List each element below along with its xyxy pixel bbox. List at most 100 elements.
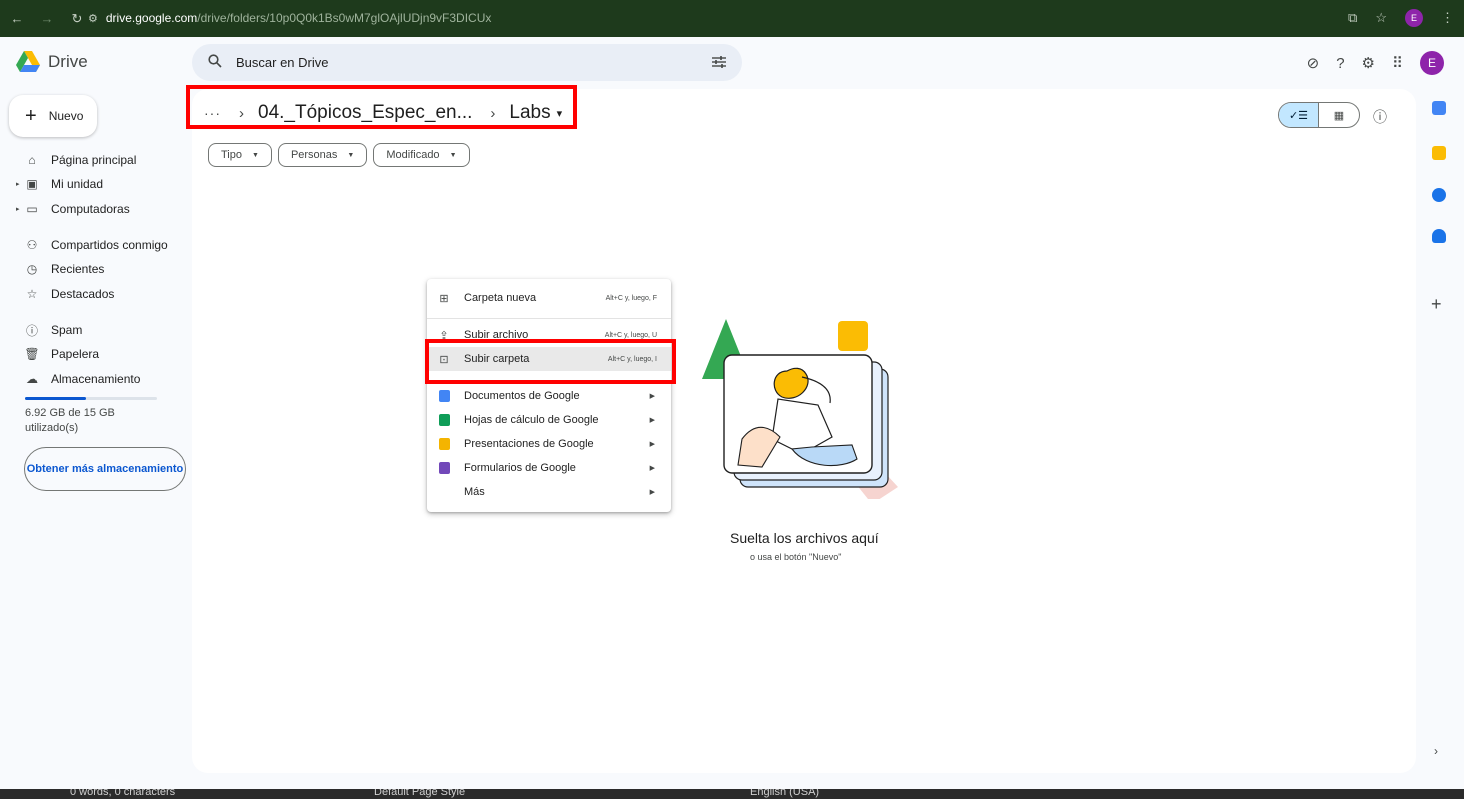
sidebar-item-recent[interactable]: ◷ Recientes [0,258,190,280]
sidebar-item-label: Papelera [51,347,100,361]
search-icon[interactable] [208,54,222,71]
menu-item-shortcut: Alt+C y, luego, F [605,294,657,302]
url-host: drive.google.com [105,11,198,25]
breadcrumb-overflow-button[interactable]: ··· [204,105,221,121]
offline-ready-icon[interactable]: ⊘ [1307,54,1320,72]
sidebar-item-computers[interactable]: ▸ ▭ Computadoras [0,198,190,220]
submenu-arrow-icon: ▶ [649,441,655,448]
sidebar-item-label: Spam [51,323,83,337]
expand-caret-icon[interactable]: ▸ [16,180,24,188]
storage-usage-text: 6.92 GB de 15 GB utilizado(s) [25,407,115,434]
back-icon[interactable]: ← [6,11,28,26]
menu-item-label: Formularios de Google [464,462,576,474]
submenu-arrow-icon: ▶ [649,489,655,496]
calendar-icon[interactable] [1432,101,1446,115]
caret-down-icon: ▼ [252,151,259,159]
add-app-icon[interactable]: + [1431,294,1442,315]
filter-chip-modified[interactable]: Modificado ▼ [373,143,470,167]
cast-icon[interactable]: ⧉ [1348,10,1357,26]
reload-icon[interactable]: ↻ [66,11,88,27]
menu-item-label: Carpeta nueva [464,292,537,304]
caret-down-icon[interactable]: ▾ [557,107,563,120]
chip-label: Modificado [386,149,440,161]
drive-header: Drive Buscar en Drive ⊘ ? ⚙ ⠿ E [0,37,1464,89]
apps-grid-icon[interactable]: ⠿ [1392,54,1403,72]
side-apps-panel: + › [1422,89,1464,773]
my-drive-icon: ▣ [26,177,38,191]
search-input[interactable]: Buscar en Drive [236,55,328,70]
expand-caret-icon[interactable]: ▸ [16,205,24,213]
keep-icon[interactable] [1432,146,1446,160]
sidebar-item-starred[interactable]: ☆ Destacados [0,283,190,305]
info-icon[interactable]: ⓘ [1373,107,1387,127]
menu-item-more[interactable]: Más ▶ [427,480,671,504]
chip-label: Tipo [221,149,242,161]
contacts-icon[interactable] [1432,229,1446,243]
sidebar: + Nuevo ⌂ Página principal ▸ ▣ Mi unidad … [0,89,192,769]
empty-state-illustration [702,319,898,499]
list-view-button[interactable]: ✓☰ [1279,103,1320,127]
breadcrumb-parent-folder[interactable]: 04._Tópicos_Espec_en... [258,102,472,124]
url-path: /drive/folders/10p0Q0k1Bs0wM7glOAjlUDjn9… [197,11,492,25]
sidebar-item-trash[interactable]: 🗑 Papelera [0,343,190,365]
drive-logo[interactable]: Drive [16,51,88,73]
caret-down-icon: ▼ [347,151,355,159]
account-avatar[interactable]: E [1420,51,1444,75]
empty-state-title: Suelta los archivos aquí [730,530,879,546]
spam-icon: ⓘ [25,323,38,338]
chevron-right-icon: › [239,104,244,122]
breadcrumb-current-folder[interactable]: Labs [509,102,550,124]
new-button[interactable]: + Nuevo [9,95,97,137]
forward-icon[interactable]: → [36,11,58,26]
search-bar[interactable]: Buscar en Drive [192,44,742,81]
chevron-right-icon[interactable]: › [1434,744,1438,758]
sidebar-item-label: Recientes [51,262,105,276]
filter-chip-people[interactable]: Personas ▼ [277,143,368,167]
menu-item-label: Hojas de cálculo de Google [464,414,599,426]
menu-item-google-slides[interactable]: Presentaciones de Google ▶ [427,432,671,456]
submenu-arrow-icon: ▶ [649,393,655,400]
view-toggle: ✓☰ ▦ [1278,102,1360,128]
get-more-storage-button[interactable]: Obtener más almacenamiento [24,447,186,491]
sidebar-item-shared[interactable]: ⚇ Compartidos conmigo [0,234,190,256]
new-button-label: Nuevo [48,109,84,123]
menu-item-google-sheets[interactable]: Hojas de cálculo de Google ▶ [427,408,671,432]
help-icon[interactable]: ? [1336,55,1344,72]
grid-icon: ▦ [1333,109,1345,122]
word-count: 0 words, 0 characters [70,789,176,798]
google-docs-icon [437,390,451,402]
storage-progress-bar [25,397,157,400]
sidebar-item-my-drive[interactable]: ▸ ▣ Mi unidad [0,173,190,195]
upload-folder-highlight-box [425,339,676,384]
settings-gear-icon[interactable]: ⚙ [1362,54,1375,72]
sidebar-item-label: Mi unidad [51,177,104,191]
site-settings-icon[interactable]: ⚙ [88,12,98,25]
main-panel: ··· › 04._Tópicos_Espec_en... › Labs ▾ ✓… [186,85,1416,773]
sidebar-item-home[interactable]: ⌂ Página principal [0,149,190,171]
browser-menu-icon[interactable]: ⋮ [1441,10,1454,26]
new-folder-icon: ⊞ [439,292,449,305]
sidebar-item-label: Destacados [51,287,115,301]
trash-icon: 🗑 [24,347,40,361]
tasks-icon[interactable] [1432,188,1446,202]
cloud-icon: ☁ [26,372,38,386]
chip-label: Personas [290,149,338,161]
sidebar-item-spam[interactable]: ⓘ Spam [0,319,190,341]
filter-chip-type[interactable]: Tipo ▼ [208,143,272,167]
grid-view-button[interactable]: ▦ [1319,103,1359,127]
status-bar: 0 words, 0 characters Default Page Style… [0,789,1464,799]
search-options-icon[interactable] [712,55,726,71]
address-bar[interactable]: ⚙ drive.google.com/drive/folders/10p0Q0k… [88,6,1334,30]
sidebar-item-label: Página principal [51,153,137,167]
clock-icon: ◷ [26,262,38,276]
menu-item-new-folder[interactable]: ⊞ Carpeta nueva Alt+C y, luego, F [427,286,671,310]
language: English (USA) [750,789,820,798]
sidebar-item-storage[interactable]: ☁ Almacenamiento [0,368,190,390]
bookmark-star-icon[interactable]: ☆ [1375,10,1387,26]
menu-item-google-forms[interactable]: Formularios de Google ▶ [427,456,671,480]
menu-item-google-docs[interactable]: Documentos de Google ▶ [427,384,671,408]
menu-item-label: Más [464,486,485,498]
home-icon: ⌂ [28,153,36,167]
empty-state-subtitle: o usa el botón "Nuevo" [750,552,842,562]
browser-profile-avatar[interactable]: E [1405,9,1423,27]
